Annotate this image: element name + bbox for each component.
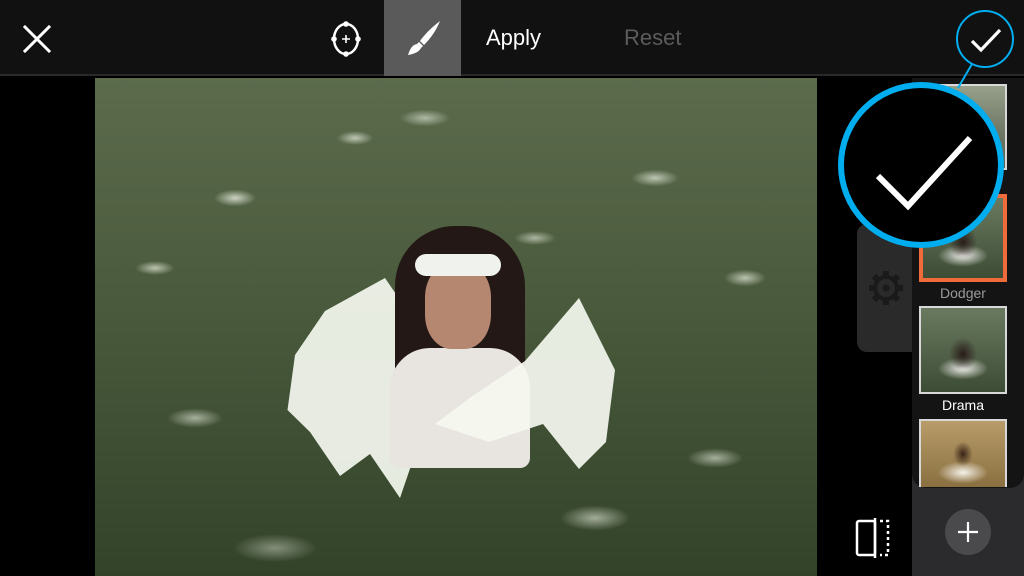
settings-tab[interactable] — [857, 224, 917, 352]
effect-preview-image — [919, 419, 1007, 487]
effect-preview-image — [919, 306, 1007, 394]
compare-split-icon — [855, 518, 890, 558]
effect-preview-image — [919, 84, 1007, 170]
add-effect-button[interactable] — [945, 509, 991, 555]
apply-button[interactable]: Apply — [486, 25, 541, 51]
brush-tool-button[interactable] — [384, 0, 461, 76]
flower-crown — [415, 254, 501, 276]
close-button[interactable] — [16, 18, 58, 60]
crosshair-target-icon — [331, 21, 361, 57]
photo-canvas[interactable] — [95, 78, 817, 576]
top-toolbar: Apply Reset — [0, 0, 1024, 76]
effect-preview-image — [919, 194, 1007, 282]
plus-icon — [958, 522, 978, 542]
paintbrush-icon — [408, 21, 440, 55]
checkmark-icon — [970, 28, 1002, 53]
confirm-button[interactable] — [956, 10, 1014, 68]
effect-thumbnail[interactable] — [919, 419, 1007, 487]
effect-thumbnail[interactable] — [919, 84, 1007, 170]
reset-button[interactable]: Reset — [624, 25, 681, 51]
effect-label: Drama — [941, 397, 984, 413]
target-tool-button[interactable] — [324, 17, 368, 61]
gear-icon — [869, 271, 903, 305]
compare-button[interactable] — [852, 516, 896, 560]
effect-label: Dodger — [940, 285, 986, 301]
effect-thumbnail-drama[interactable]: Drama — [919, 306, 1007, 413]
effect-thumbnail-dodger[interactable]: Dodger — [919, 194, 1007, 301]
close-icon — [22, 24, 52, 54]
